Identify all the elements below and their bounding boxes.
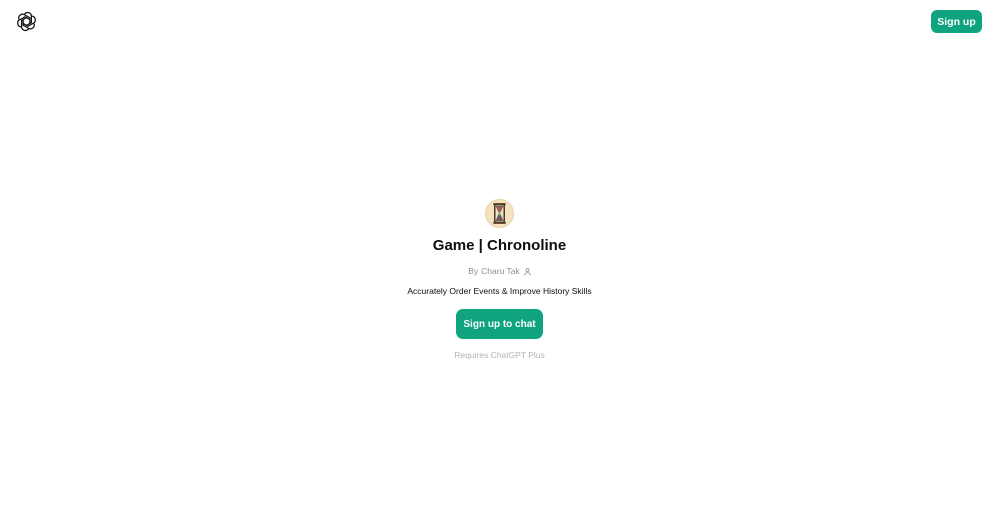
openai-logo-icon[interactable] xyxy=(16,11,37,32)
person-icon xyxy=(523,267,531,275)
by-prefix: By xyxy=(468,266,479,276)
gpt-description: Accurately Order Events & Improve Histor… xyxy=(407,286,592,296)
author-name: Charu Tak xyxy=(481,266,520,276)
hourglass-avatar-icon xyxy=(485,199,514,228)
author-byline: By Charu Tak xyxy=(468,266,531,277)
gpt-profile: Game | Chronoline By Charu Tak Accuratel… xyxy=(0,199,999,361)
header-signup-button[interactable]: Sign up xyxy=(931,10,982,33)
page: Sign up Game | Chronoline By Charu Tak A… xyxy=(0,0,999,521)
plan-requirement: Requires ChatGPT Plus xyxy=(454,350,545,360)
signup-to-chat-button[interactable]: Sign up to chat xyxy=(456,309,543,339)
gpt-title: Game | Chronoline xyxy=(432,237,567,254)
